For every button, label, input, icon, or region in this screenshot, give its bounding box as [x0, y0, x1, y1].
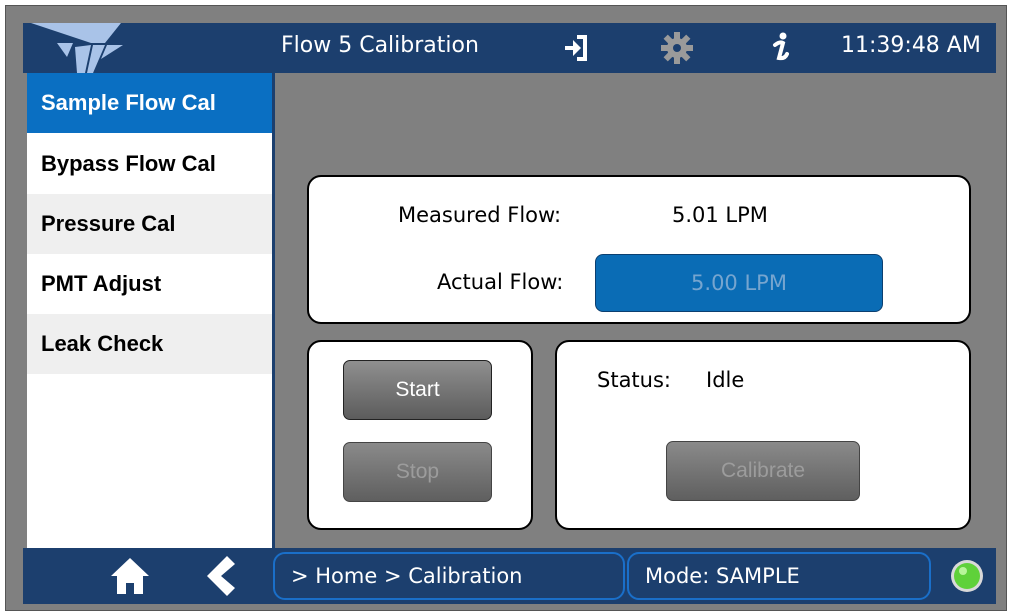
start-button[interactable]: Start [343, 360, 492, 420]
bottom-bar: > Home > Calibration Mode: SAMPLE [23, 548, 996, 604]
breadcrumb[interactable]: > Home > Calibration [273, 552, 625, 600]
sidebar-item-pressure-cal[interactable]: Pressure Cal [27, 194, 272, 254]
status-label: Status: [597, 368, 671, 392]
page-title: Flow 5 Calibration [281, 33, 479, 58]
sidebar-item-sample-flow-cal[interactable]: Sample Flow Cal [27, 73, 272, 133]
sidebar-item-bypass-flow-cal[interactable]: Bypass Flow Cal [27, 134, 272, 194]
top-bar: Flow 5 Calibration 11:39:48 AM [23, 23, 996, 73]
gear-icon[interactable] [660, 31, 694, 65]
home-icon[interactable] [109, 556, 151, 596]
status-led-icon [951, 560, 983, 592]
actual-flow-input[interactable]: 5.00 LPM [595, 254, 883, 312]
status-value: Idle [706, 368, 745, 392]
sidebar-item-leak-check[interactable]: Leak Check [27, 314, 272, 374]
teledyne-logo [31, 23, 123, 73]
sidebar: Sample Flow Cal Bypass Flow Cal Pressure… [27, 73, 272, 549]
measured-flow-value: 5.01 LPM [672, 203, 768, 227]
info-icon[interactable] [763, 31, 797, 65]
sidebar-divider [272, 73, 275, 549]
sidebar-item-pmt-adjust[interactable]: PMT Adjust [27, 254, 272, 314]
exit-icon[interactable] [563, 31, 597, 65]
measured-flow-label: Measured Flow: [398, 203, 562, 227]
back-icon[interactable] [203, 554, 237, 598]
stop-button[interactable]: Stop [343, 442, 492, 502]
calibrate-button[interactable]: Calibrate [666, 441, 860, 501]
actual-flow-label: Actual Flow: [437, 270, 564, 294]
mode-indicator: Mode: SAMPLE [627, 552, 931, 600]
clock: 11:39:48 AM [841, 33, 981, 58]
